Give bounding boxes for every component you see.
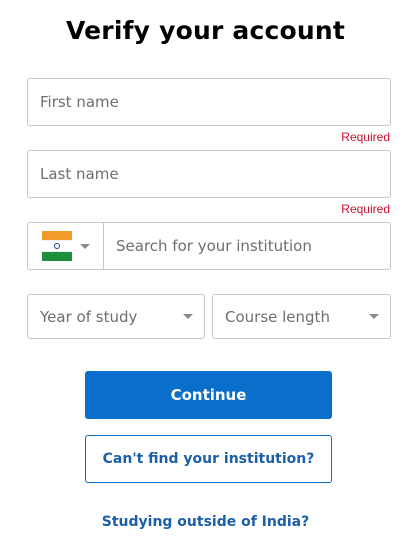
year-of-study-label: Year of study: [40, 307, 138, 326]
last-name-field[interactable]: Last name: [27, 150, 391, 198]
year-of-study-select[interactable]: Year of study: [27, 294, 205, 339]
continue-button[interactable]: Continue: [85, 371, 332, 419]
institution-group: Search for your institution: [27, 222, 391, 270]
cant-find-institution-button[interactable]: Can't find your institution?: [85, 435, 332, 483]
course-length-label: Course length: [225, 307, 330, 326]
chevron-down-icon: [369, 314, 379, 319]
last-name-placeholder: Last name: [40, 165, 119, 183]
chevron-down-icon: [80, 243, 90, 249]
chevron-down-icon: [183, 314, 193, 319]
last-name-required: Required: [341, 202, 390, 216]
course-length-select[interactable]: Course length: [212, 294, 391, 339]
page-title: Verify your account: [65, 16, 346, 45]
first-name-field[interactable]: First name: [27, 78, 391, 126]
first-name-required: Required: [341, 130, 390, 144]
country-selector[interactable]: [28, 223, 104, 269]
institution-search-input[interactable]: Search for your institution: [104, 223, 312, 269]
studying-outside-link[interactable]: Studying outside of India?: [0, 514, 411, 530]
first-name-placeholder: First name: [40, 93, 119, 111]
india-flag-icon: [42, 231, 72, 261]
